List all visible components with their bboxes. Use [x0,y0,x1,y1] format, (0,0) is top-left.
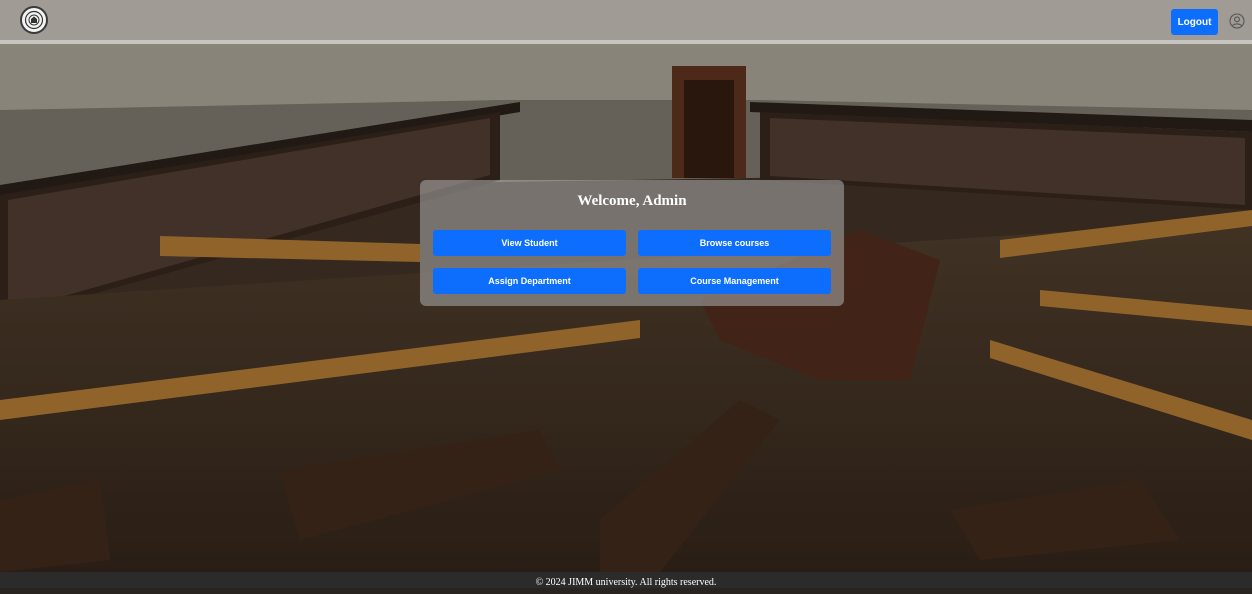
footer: © 2024 JIMM university. All rights reser… [0,572,1252,588]
assign-department-button[interactable]: Assign Department [433,268,626,294]
top-navbar: Logout [0,0,1252,44]
browse-courses-button[interactable]: Browse courses [638,230,831,256]
user-circle-icon[interactable] [1229,13,1245,29]
course-management-button[interactable]: Course Management [638,268,831,294]
welcome-title: Welcome, Admin [577,193,687,209]
view-student-button[interactable]: View Student [433,230,626,256]
logout-button[interactable]: Logout [1171,9,1218,35]
copyright-text: © 2024 JIMM university. All rights reser… [535,577,717,588]
welcome-card: Welcome, Admin View Student Browse cours… [420,180,844,306]
university-seal-icon[interactable] [20,6,48,34]
